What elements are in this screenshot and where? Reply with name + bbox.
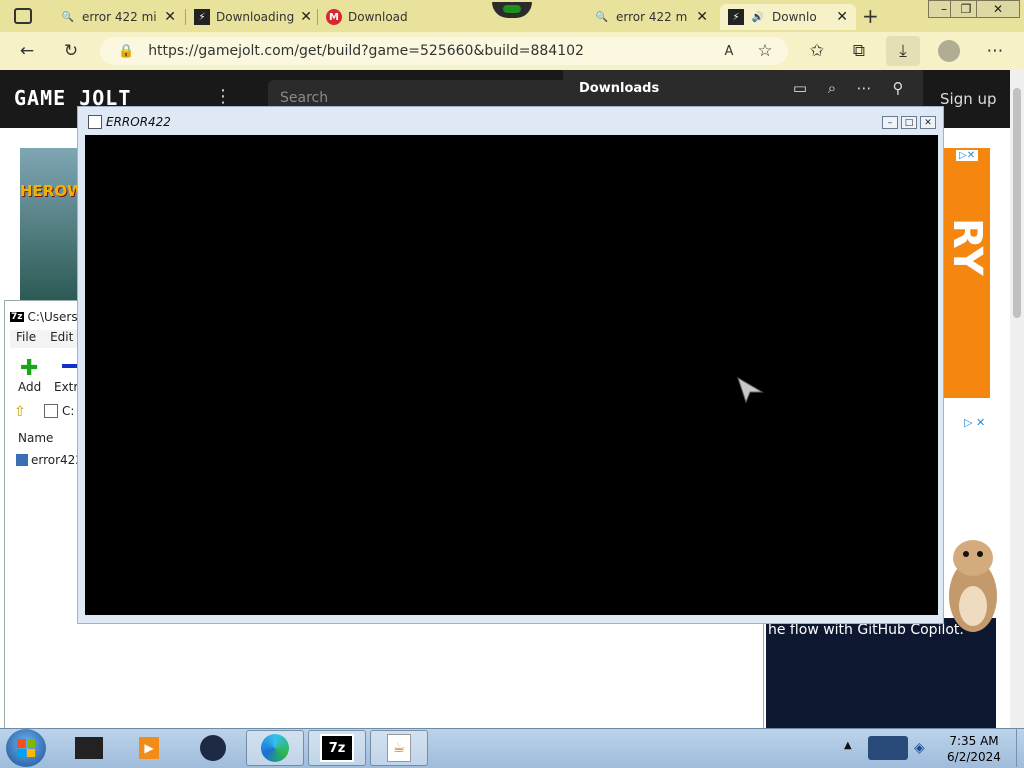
ad-choices-icon[interactable]: ▷✕ [956,150,979,161]
close-icon[interactable]: ✕ [300,9,312,25]
collections-icon[interactable]: ⧉ [846,38,872,64]
path-box[interactable]: C: [44,404,74,418]
tray-security-icon[interactable] [868,736,908,760]
ad-right-text: RY [944,218,990,276]
settings-more-icon[interactable]: ⋯ [982,38,1008,64]
sevenzip-taskbar-icon: 7z [320,734,354,762]
menu-edit[interactable]: Edit [50,330,73,348]
gamejolt-icon: ⚡ [194,9,210,25]
taskbar-app-edge[interactable] [246,730,304,766]
add-icon[interactable]: ✚ [20,356,38,381]
gamejolt-icon: ⚡ [728,9,744,25]
file-row[interactable]: error422 [16,453,83,467]
tab-error422-search-2[interactable]: 🔍 error 422 m ✕ [586,4,716,30]
search-downloads-icon[interactable]: ⌕ [820,76,844,100]
file-icon [16,454,28,466]
menu-file[interactable]: File [16,330,36,348]
downloads-icon[interactable]: ⤓ [886,36,920,66]
up-folder-icon[interactable]: ⇧ [14,404,26,420]
speaker-icon[interactable]: 🔊 [750,9,766,25]
edge-icon [261,734,289,762]
window-close-button[interactable]: ✕ [976,0,1020,18]
sevenzip-icon: 7z [10,312,24,322]
open-folder-icon[interactable]: ▭ [788,76,812,100]
java-taskbar-icon: ☕ [387,734,411,762]
taskbar-app-media[interactable]: ▶ [120,730,178,766]
close-icon[interactable]: ✕ [164,9,176,25]
close-icon[interactable]: ✕ [696,9,708,25]
back-icon[interactable]: ← [14,38,40,64]
clock[interactable]: 7:35 AM 6/2/2024 [936,733,1012,765]
extract-icon[interactable] [62,364,78,368]
taskbar-app-terminal[interactable] [60,730,118,766]
taskbar-app-steam[interactable] [184,730,242,766]
pin-icon[interactable]: ⚲ [886,76,910,100]
tab-actions-icon[interactable] [14,8,32,24]
page-scrollbar[interactable] [1010,70,1024,728]
signup-link[interactable]: Sign up [940,90,997,108]
sevenzip-titlebar: 7z C:\Users [10,310,78,324]
column-header-name[interactable]: Name [18,431,53,445]
game-canvas[interactable] [85,135,938,615]
downloads-title: Downloads [579,80,660,96]
taskbar-app-java[interactable]: ☕ [370,730,428,766]
game-close-button[interactable]: ✕ [920,116,936,129]
ad-choices-icon-2[interactable]: ▷ ✕ [964,416,985,429]
clock-time: 7:35 AM [949,734,999,748]
close-icon[interactable]: ✕ [836,9,848,25]
game-window-title: ERROR422 [106,115,171,129]
network-icon[interactable]: ◈ [914,740,925,756]
game-window-titlebar: ERROR422 [88,115,171,129]
mega-icon: M [326,9,342,25]
terminal-icon [75,737,103,759]
start-button[interactable] [6,729,46,767]
media-player-icon: ▶ [139,737,159,759]
taskbar-app-7zip[interactable]: 7z [308,730,366,766]
tab-downloading[interactable]: ⚡ Downloading ✕ [186,4,316,30]
search-icon: 🔍 [595,11,609,23]
show-hidden-icons-icon[interactable]: ▲ [844,740,852,751]
add-favorite-icon[interactable]: ☆ [752,38,778,64]
more-options-icon[interactable]: ⋯ [852,76,876,100]
game-maximize-button[interactable]: □ [901,116,917,129]
more-menu-icon[interactable]: ⋮ [214,86,232,107]
tab-download-mega[interactable]: M Download [318,4,448,30]
show-desktop-button[interactable] [1016,729,1024,767]
search-icon: 🔍 [61,11,75,23]
favorites-icon[interactable]: ✩ [804,38,830,64]
refresh-icon[interactable]: ↻ [58,38,84,64]
sevenzip-menubar: File Edit [10,330,80,348]
game-minimize-button[interactable]: – [882,116,898,129]
ad-left-text: HEROW [20,182,84,200]
clock-date: 6/2/2024 [947,750,1001,764]
tab-download-active[interactable]: ⚡ 🔊 Downlo ✕ [720,4,856,30]
profile-avatar[interactable] [938,40,960,62]
read-aloud-icon[interactable]: A [716,38,742,64]
new-tab-button[interactable]: + [862,4,879,28]
hamster-sticker [949,540,997,632]
add-button-label[interactable]: Add [18,380,41,394]
path-icon [44,404,58,418]
globe-icon [200,735,226,761]
url-text: https://gamejolt.com/get/build?game=5256… [148,43,584,59]
ad-banner-left[interactable]: HEROW [20,148,84,300]
tab-error422-search-1[interactable]: 🔍 error 422 mi ✕ [52,4,184,30]
ad-banner-right[interactable]: RY [944,148,990,398]
address-bar[interactable]: 🔒 https://gamejolt.com/get/build?game=52… [100,37,788,65]
lock-icon[interactable]: 🔒 [118,44,134,59]
cursor-arrow-icon [737,376,764,404]
java-icon [88,115,102,129]
